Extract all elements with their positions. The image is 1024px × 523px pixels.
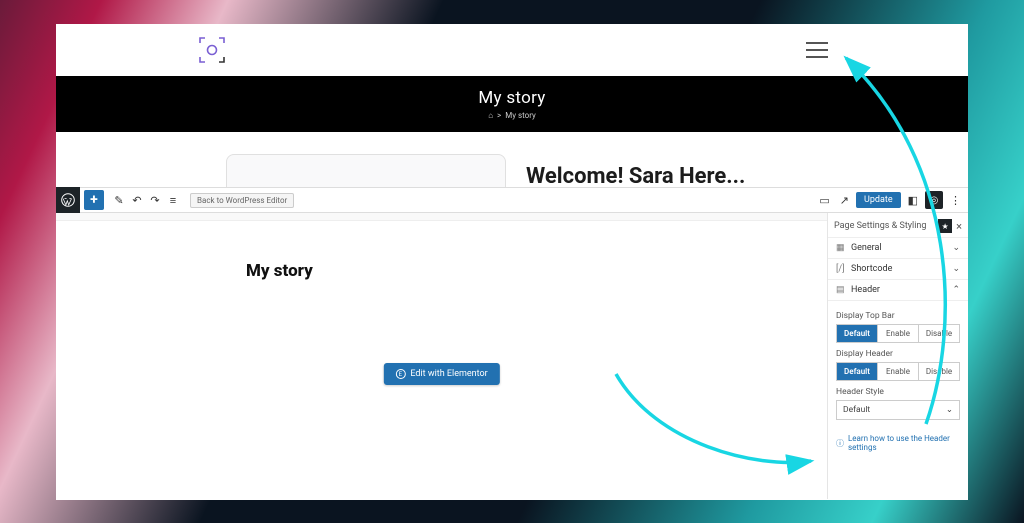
top-bar-disable[interactable]: Disable [919,325,959,342]
add-block-button[interactable]: + [84,190,104,210]
welcome-section: Welcome! Sara Here... [56,132,968,187]
more-menu-icon[interactable]: ⋮ [947,194,964,207]
chevron-down-icon: ⌄ [952,264,960,274]
back-to-editor-button[interactable]: Back to WordPress Editor [190,193,294,208]
chevron-down-icon: ⌄ [952,243,960,253]
header-disable[interactable]: Disable [919,363,959,380]
theme-settings-icon[interactable]: ◎ [925,191,943,209]
help-link[interactable]: ⓘ Learn how to use the Header settings [828,428,968,458]
preview-icon[interactable]: ↗ [837,194,852,207]
top-bar-default[interactable]: Default [837,325,878,342]
favorites-icon[interactable]: ★ [938,219,952,233]
welcome-heading: Welcome! Sara Here... [526,164,745,189]
update-button[interactable]: Update [856,192,901,208]
page-hero: My story ⌂ > My story [56,76,968,132]
edit-with-elementor-button[interactable]: E Edit with Elementor [383,363,499,385]
list-view-icon[interactable]: ≡ [164,194,182,207]
accordion-header[interactable]: ▤Header ⌃ [828,279,968,300]
page-title: My story [478,88,545,108]
editor-canvas: My story E Edit with Elementor [56,213,828,499]
content-card [226,154,506,189]
header-section-body: Display Top Bar Default Enable Disable D… [828,300,968,428]
header-enable[interactable]: Enable [878,363,919,380]
desktop-view-icon[interactable]: ▭ [816,194,832,207]
display-header-toggle: Default Enable Disable [836,362,960,381]
site-header [56,24,968,76]
close-panel-icon[interactable]: × [956,220,962,233]
header-icon: ▤ [836,285,846,295]
panel-title: Page Settings & Styling [834,221,926,231]
top-bar-enable[interactable]: Enable [878,325,919,342]
breadcrumb-current: My story [505,111,536,120]
site-logo [196,34,228,66]
sidebar-toggle-icon[interactable]: ◧ [905,194,921,207]
display-top-bar-toggle: Default Enable Disable [836,324,960,343]
shortcode-icon: [/] [836,264,846,274]
breadcrumb: ⌂ > My story [488,111,536,120]
app-frame: My story ⌂ > My story Welcome! Sara Here… [56,24,968,500]
accordion-general[interactable]: ▦General ⌄ [828,237,968,258]
editor-toolbar: + ✎ ↶ ↷ ≡ Back to WordPress Editor ▭ ↗ U… [56,187,968,213]
home-icon[interactable]: ⌂ [488,111,493,120]
accordion-shortcode[interactable]: [/]Shortcode ⌄ [828,258,968,279]
header-style-label: Header Style [836,387,960,397]
settings-panel: Page Settings & Styling ★ × ▦General ⌄ [… [828,213,968,499]
elementor-icon: E [395,369,405,379]
wordpress-logo[interactable] [56,187,80,213]
canvas-page-title[interactable]: My story [246,261,827,281]
undo-icon[interactable]: ↶ [128,194,146,207]
redo-icon[interactable]: ↷ [146,194,164,207]
header-default[interactable]: Default [837,363,878,380]
general-icon: ▦ [836,243,846,253]
editor-body: My story E Edit with Elementor Page Sett… [56,213,968,499]
hamburger-menu-icon[interactable] [806,42,828,58]
chevron-down-icon: ⌄ [946,405,953,415]
display-top-bar-label: Display Top Bar [836,311,960,321]
canvas-header-strip [56,213,827,221]
header-style-select[interactable]: Default ⌄ [836,400,960,420]
display-header-label: Display Header [836,349,960,359]
chevron-up-icon: ⌃ [952,285,960,295]
edit-tool-icon[interactable]: ✎ [110,194,128,207]
info-icon: ⓘ [836,438,844,449]
